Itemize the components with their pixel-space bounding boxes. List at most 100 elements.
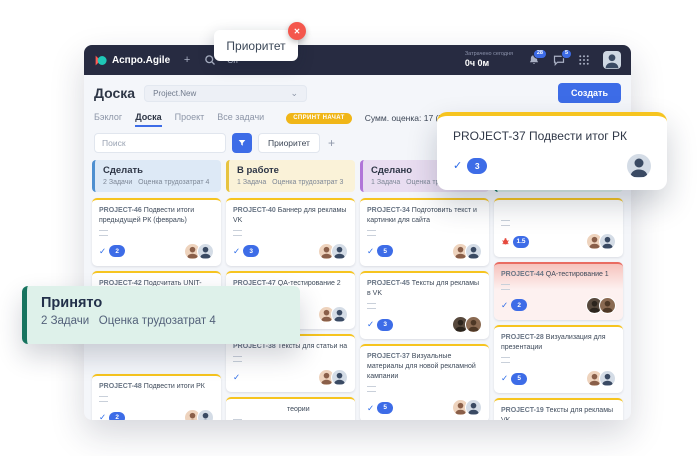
done-check-icon: ✓ — [233, 373, 240, 382]
task-footer: ✓2 — [99, 243, 214, 260]
popup-footer: ✓ 3 — [453, 154, 651, 178]
task-code: PROJECT-48 — [99, 383, 142, 390]
board-column: Сделано1 Задача Оценка трудозатрат 6PROJ… — [360, 160, 489, 420]
task-title: PROJECT-40Баннер для рекламы VK — [233, 206, 348, 226]
column-meta: 1 Задача Оценка трудозатрат 3 — [237, 179, 347, 186]
task-code: PROJECT-45 — [367, 280, 410, 287]
avatar — [197, 243, 214, 260]
project-select[interactable]: Project.New ⌄ — [144, 85, 307, 102]
estimate-badge: 2 — [511, 299, 527, 311]
app-logo[interactable]: Аспро.Agile — [94, 54, 170, 67]
task-title: PROJECT-46Подвести итоги предыдущей РК (… — [99, 206, 214, 226]
task-card[interactable]: PROJECT-34Подготовить текст и картинки д… — [360, 198, 489, 266]
top-navbar: Аспро.Agile + Сп Затрачено сегодня 0ч 0м… — [84, 45, 631, 75]
column-gap — [92, 344, 221, 374]
close-icon[interactable]: ✕ — [288, 22, 306, 40]
tab-project[interactable]: Проект — [175, 109, 205, 127]
task-card[interactable]: теории✓3 — [226, 397, 355, 420]
task-card[interactable]: PROJECT-40Баннер для рекламы VK ✓3 — [226, 198, 355, 266]
assignee-avatars — [452, 399, 482, 416]
done-check-icon: ✓ — [367, 404, 374, 413]
bug-icon — [501, 233, 510, 251]
tab-all-tasks[interactable]: Все задачи — [217, 109, 264, 127]
done-check-icon: ✓ — [501, 301, 508, 310]
description-icon — [501, 220, 510, 226]
task-card[interactable]: PROJECT-44QA-тестирование 1 ✓2 — [494, 262, 623, 320]
assignee-avatars — [184, 409, 214, 420]
priority-tooltip-label: Приоритет — [226, 39, 285, 53]
column-header: Сделать 2 Задачи Оценка трудозатрат 4 — [92, 160, 221, 192]
task-title: PROJECT-34Подготовить текст и картинки д… — [367, 206, 482, 226]
description-icon — [99, 230, 108, 236]
task-footer: ✓3 — [367, 316, 482, 333]
popup-task-title: PROJECT-37 Подвести итог РК — [453, 129, 651, 143]
assignee-avatars — [318, 306, 348, 323]
page-title: Доска — [94, 85, 135, 101]
task-title: PROJECT-28Визуализация для презентации — [501, 333, 616, 353]
accepted-callout: Принято 2 Задачи Оценка трудозатрат 4 — [22, 286, 300, 344]
avatar — [331, 306, 348, 323]
bell-icon[interactable]: 28 — [528, 54, 540, 66]
description-icon — [367, 230, 376, 236]
estimate-badge: 3 — [377, 319, 393, 331]
priority-filter-chip[interactable]: Приоритет — [258, 133, 320, 153]
estimate-badge: 1.5 — [513, 236, 529, 248]
description-icon — [501, 357, 510, 363]
done-check-icon: ✓ — [367, 247, 374, 256]
task-card[interactable]: PROJECT-19Тексты для рекламы VK✓5 — [494, 398, 623, 420]
task-title — [501, 206, 616, 216]
assignee-avatars — [586, 297, 616, 314]
assignee-avatars — [586, 233, 616, 250]
column-title: Сделать — [103, 165, 213, 176]
task-footer: ✓5 — [367, 243, 482, 260]
task-title: PROJECT-44QA-тестирование 1 — [501, 270, 616, 280]
avatar — [599, 370, 616, 387]
task-card[interactable]: PROJECT-48Подвести итоги РК ✓2 — [92, 374, 221, 420]
done-check-icon: ✓ — [99, 247, 106, 256]
notifications-badge: 28 — [533, 49, 547, 59]
avatar — [465, 399, 482, 416]
estimate-badge: 5 — [377, 245, 393, 257]
tab-backlog[interactable]: Бэклог — [94, 109, 122, 127]
estimate-badge: 2 — [109, 245, 125, 257]
task-card[interactable]: PROJECT-37Визуальные материалы для новой… — [360, 344, 489, 420]
filter-funnel-button[interactable] — [232, 133, 252, 153]
description-icon — [367, 386, 376, 392]
task-title: PROJECT-45Тексты для рекламы в VK — [367, 279, 482, 299]
create-button[interactable]: Создать — [558, 83, 621, 103]
estimate-badge: 2 — [109, 412, 125, 420]
task-card[interactable]: PROJECT-46Подвести итоги предыдущей РК (… — [92, 198, 221, 266]
description-icon — [233, 230, 242, 236]
task-footer: ✓3 — [233, 243, 348, 260]
project-select-value: Project.New — [153, 89, 196, 98]
apps-grid-icon[interactable] — [578, 54, 590, 66]
column-meta: 2 Задачи Оценка трудозатрат 4 — [103, 179, 213, 186]
board-column: Принято2 Задачи Оценка трудозатрат 41.5P… — [494, 160, 623, 420]
add-filter-button[interactable]: + — [326, 137, 337, 149]
task-footer: 1.5 — [501, 233, 616, 251]
task-card[interactable]: 1.5 — [494, 198, 623, 257]
task-title: PROJECT-37Визуальные материалы для новой… — [367, 352, 482, 382]
task-footer: ✓5 — [367, 399, 482, 416]
add-icon[interactable]: + — [181, 54, 193, 66]
chevron-down-icon: ⌄ — [291, 91, 299, 96]
task-card[interactable]: PROJECT-45Тексты для рекламы в VK ✓3 — [360, 271, 489, 339]
column-header: В работе1 Задача Оценка трудозатрат 3 — [226, 160, 355, 192]
task-code: PROJECT-28 — [501, 334, 544, 341]
user-avatar[interactable] — [603, 51, 621, 69]
search-input[interactable] — [94, 133, 226, 153]
accepted-meta: 2 Задачи Оценка трудозатрат 4 — [41, 315, 286, 327]
done-check-icon: ✓ — [233, 247, 240, 256]
avatar — [627, 154, 651, 178]
avatar — [331, 369, 348, 386]
task-card[interactable]: PROJECT-28Визуализация для презентации✓5 — [494, 325, 623, 393]
assignee-avatars — [318, 243, 348, 260]
done-check-icon: ✓ — [99, 413, 106, 420]
chat-icon[interactable]: 5 — [553, 54, 565, 66]
accepted-title: Принято — [41, 295, 286, 311]
task-title: PROJECT-48Подвести итоги РК — [99, 382, 214, 392]
task-popup-card[interactable]: PROJECT-37 Подвести итог РК ✓ 3 — [437, 112, 667, 190]
assignee-avatars — [452, 316, 482, 333]
time-tracker: Затрачено сегодня 0ч 0м — [465, 51, 513, 68]
tab-board[interactable]: Доска — [135, 109, 161, 127]
